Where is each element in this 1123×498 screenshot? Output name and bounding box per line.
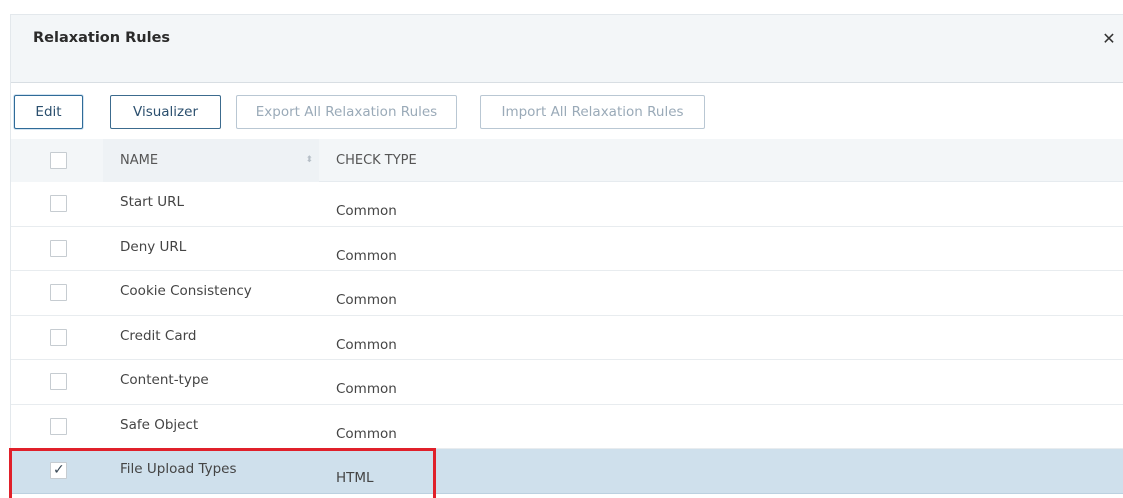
edit-button[interactable]: Edit	[14, 95, 83, 129]
table-row[interactable]: ✓ Cookie Consistency Common	[11, 271, 1123, 316]
select-all-cell	[11, 139, 103, 182]
toolbar: Edit Visualizer Export All Relaxation Ru…	[11, 84, 1123, 139]
row-checkbox[interactable]: ✓	[50, 462, 67, 479]
rule-name: Cookie Consistency	[120, 283, 252, 299]
column-header-name-label: NAME	[120, 153, 159, 168]
row-checkbox[interactable]: ✓	[50, 239, 67, 257]
row-checkbox[interactable]: ✓	[50, 417, 67, 435]
table-row[interactable]: ✓ Start URL Common	[11, 182, 1123, 227]
rule-name: Safe Object	[120, 416, 199, 433]
checkmark-icon: ✓	[53, 462, 65, 478]
rule-check-type: Common	[336, 247, 397, 264]
rule-name: Credit Card	[120, 327, 197, 344]
row-checkbox[interactable]: ✓	[50, 373, 67, 390]
column-header-check-type[interactable]: CHECK TYPE	[319, 139, 417, 182]
table-row[interactable]: ✓ Content-type Common	[11, 360, 1123, 405]
rule-check-type: Common	[336, 292, 397, 308]
sort-icon[interactable]: ⬍	[305, 139, 313, 182]
rule-check-type: Common	[336, 381, 397, 397]
select-all-checkbox[interactable]	[50, 152, 67, 169]
rule-name: Content-type	[120, 372, 209, 388]
rule-check-type: Common	[336, 203, 397, 219]
rule-check-type: HTML	[336, 470, 374, 486]
table-row-selected[interactable]: ✓ File Upload Types HTML	[11, 449, 1123, 494]
close-icon[interactable]: ✕	[1099, 29, 1119, 49]
rule-check-type: Common	[336, 425, 397, 442]
visualizer-button[interactable]: Visualizer	[110, 95, 221, 129]
row-checkbox[interactable]: ✓	[50, 328, 67, 346]
table-header: NAME ⬍ CHECK TYPE	[11, 139, 1123, 182]
relaxation-rules-table: NAME ⬍ CHECK TYPE ✓ Start URL Common ✓ D…	[11, 139, 1123, 494]
table-row[interactable]: ✓ Deny URL Common	[11, 226, 1123, 271]
relaxation-rules-dialog: Relaxation Rules ✕ Edit Visualizer Expor…	[10, 14, 1123, 498]
dialog-title: Relaxation Rules	[33, 30, 171, 46]
dialog-header: Relaxation Rules ✕	[11, 15, 1123, 83]
row-checkbox[interactable]: ✓	[50, 195, 67, 212]
rule-name: File Upload Types	[120, 461, 237, 477]
import-all-relaxation-rules-button[interactable]: Import All Relaxation Rules	[480, 95, 705, 129]
rule-check-type: Common	[336, 336, 397, 353]
rule-name: Start URL	[120, 194, 185, 210]
export-all-relaxation-rules-button[interactable]: Export All Relaxation Rules	[236, 95, 457, 129]
rule-name: Deny URL	[120, 238, 187, 255]
table-row[interactable]: ✓ Safe Object Common	[11, 404, 1123, 449]
table-row[interactable]: ✓ Credit Card Common	[11, 315, 1123, 360]
row-checkbox[interactable]: ✓	[50, 284, 67, 301]
column-header-name[interactable]: NAME ⬍	[103, 139, 319, 182]
